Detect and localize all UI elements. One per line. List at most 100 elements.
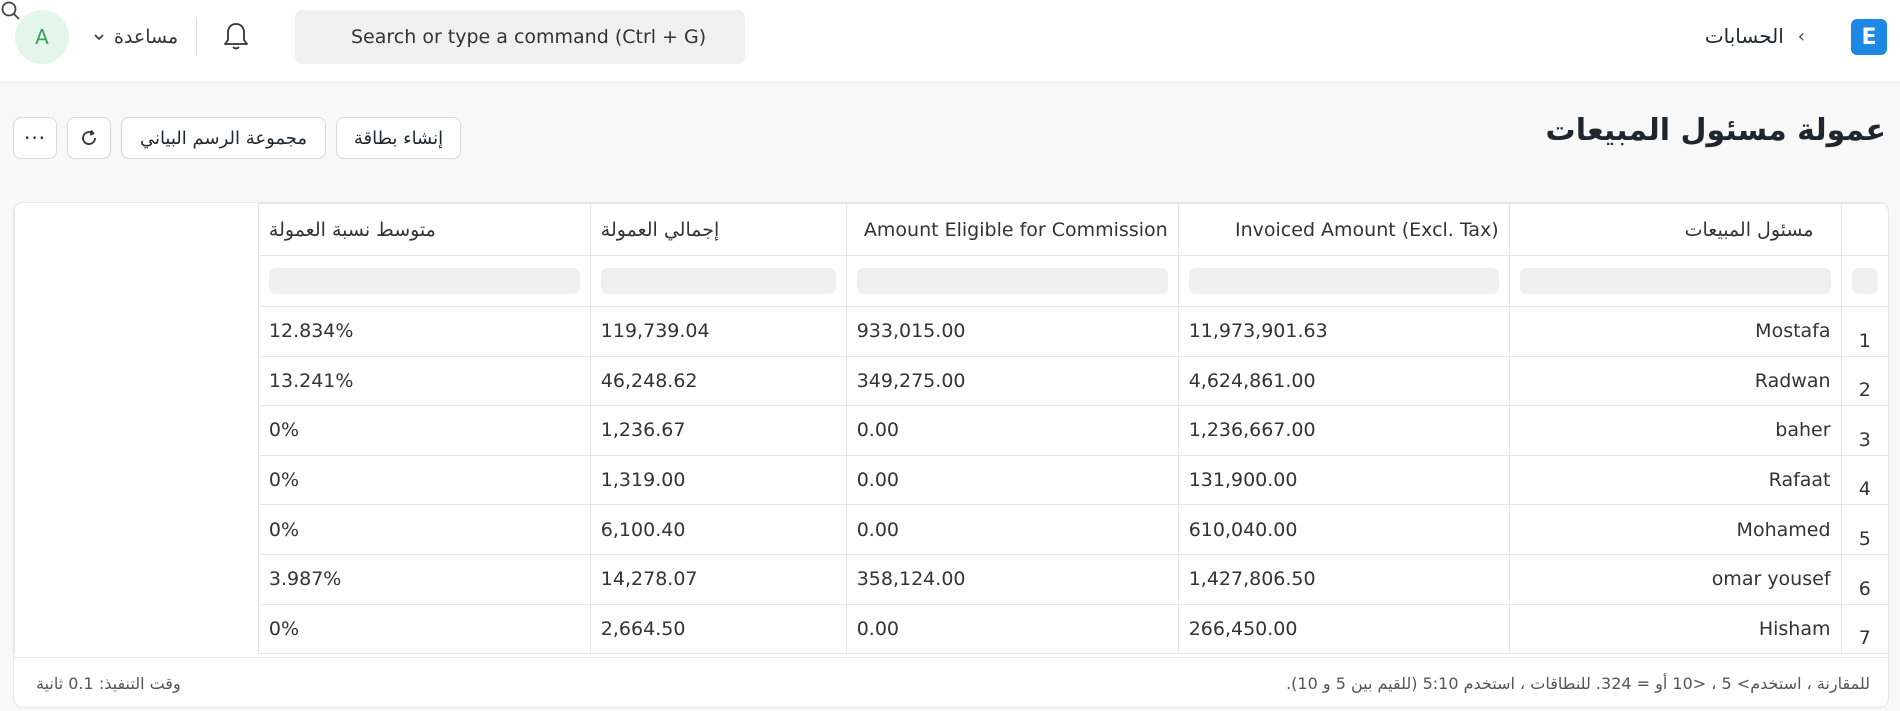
cell-avg-commission-rate[interactable]: 0% (257, 405, 591, 456)
filter-cell-rate (257, 255, 591, 307)
execution-time: وقت التنفيذ: 0.1 ثانية (36, 674, 181, 693)
cell-avg-commission-rate[interactable]: 0% (257, 603, 591, 655)
column-header-eligible-amount[interactable]: Amount Eligible for Commission (845, 203, 1179, 256)
filter-cell-total (589, 255, 847, 307)
filter-input[interactable] (856, 268, 1168, 294)
cell-eligible-amount[interactable]: 358,124.00 (845, 553, 1179, 605)
filter-row (14, 255, 1888, 307)
cell-total-commission[interactable]: 6,100.40 (589, 504, 847, 555)
table-row[interactable]: 3 baher 1,236,667.00 0.00 1,236.67 0% (14, 405, 1888, 456)
cell-sales-person[interactable]: Hisham (1508, 603, 1842, 655)
cell-sales-person[interactable]: baher (1508, 405, 1842, 456)
row-index[interactable]: 5 (1840, 504, 1888, 555)
navbar: A مساعدة Search or type a command (Ctrl … (0, 0, 1900, 83)
row-index[interactable]: 7 (1840, 603, 1888, 655)
cell-avg-commission-rate[interactable]: 0% (257, 454, 591, 506)
report-table: مسئول المبيعات Invoiced Amount (Excl. Ta… (14, 203, 1888, 655)
cell-eligible-amount[interactable]: 0.00 (845, 405, 1179, 456)
cell-eligible-amount[interactable]: 0.00 (845, 504, 1179, 555)
cell-total-commission[interactable]: 1,319.00 (589, 454, 847, 506)
table-row[interactable]: 1 Mostafa 11,973,901.63 933,015.00 119,739.0… (14, 306, 1888, 357)
filter-input[interactable] (1519, 268, 1831, 294)
filter-input[interactable] (1851, 268, 1878, 294)
column-header-total-commission[interactable]: إجمالي العمولة (589, 203, 847, 256)
breadcrumb: › الحسابات (1705, 20, 1805, 52)
user-avatar[interactable]: A (15, 10, 69, 64)
row-index[interactable]: 2 (1840, 355, 1888, 407)
cell-invoiced-amount[interactable]: 610,040.00 (1177, 504, 1510, 555)
row-index[interactable]: 3 (1840, 405, 1888, 456)
search-icon (1, 1, 20, 20)
cell-eligible-amount[interactable]: 349,275.00 (845, 355, 1179, 407)
cell-total-commission[interactable]: 46,248.62 (589, 355, 847, 407)
cell-total-commission[interactable]: 2,664.50 (589, 603, 847, 655)
empty-area (14, 504, 259, 555)
cell-eligible-amount[interactable]: 0.00 (845, 603, 1179, 655)
page-title: عمولة مسئول المبيعات (1545, 113, 1886, 148)
breadcrumb-separator-icon: › (1797, 25, 1805, 47)
table-row[interactable]: 5 Mohamed 610,040.00 0.00 6,100.40 0% (14, 504, 1888, 555)
cell-eligible-amount[interactable]: 0.00 (845, 454, 1179, 506)
breadcrumb-accounts[interactable]: الحسابات (1705, 24, 1784, 48)
filter-input[interactable] (600, 268, 836, 294)
navbar-divider (196, 18, 197, 56)
column-header-invoiced-amount[interactable]: Invoiced Amount (Excl. Tax) (1177, 203, 1510, 256)
table-row[interactable]: 4 Rafaat 131,900.00 0.00 1,319.00 0% (14, 454, 1888, 506)
chart-group-button[interactable]: مجموعة الرسم البياني (121, 117, 326, 159)
row-index-header (1840, 203, 1888, 256)
cell-avg-commission-rate[interactable]: 12.834% (257, 306, 591, 357)
cell-avg-commission-rate[interactable]: 13.241% (257, 355, 591, 407)
cell-avg-commission-rate[interactable]: 3.987% (257, 553, 591, 605)
empty-area (14, 356, 259, 406)
app-logo[interactable]: E (1851, 19, 1887, 55)
cell-eligible-amount[interactable]: 933,015.00 (845, 306, 1179, 357)
chevron-down-icon (94, 34, 104, 41)
help-label: مساعدة (114, 26, 179, 48)
filter-input[interactable] (268, 268, 580, 294)
filter-input[interactable] (1188, 268, 1499, 294)
cell-sales-person[interactable]: Rafaat (1508, 454, 1842, 506)
filter-hint: للمقارنة ، استخدم> 5 ، <10 أو = 324. للن… (1286, 674, 1870, 693)
empty-area (14, 455, 259, 505)
search-bar[interactable]: Search or type a command (Ctrl + G) (295, 10, 745, 64)
cell-invoiced-amount[interactable]: 4,624,861.00 (1177, 355, 1510, 407)
empty-area (14, 306, 259, 357)
empty-area (14, 604, 259, 654)
notification-bell-icon[interactable] (222, 20, 250, 52)
cell-invoiced-amount[interactable]: 1,427,806.50 (1177, 553, 1510, 605)
empty-area (14, 203, 259, 256)
table-row[interactable]: 2 Radwan 4,624,861.00 349,275.00 46,248.62 13… (14, 355, 1888, 407)
empty-area (14, 554, 259, 605)
cell-sales-person[interactable]: omar yousef (1508, 553, 1842, 605)
filter-cell-eligible (845, 255, 1179, 307)
cell-sales-person[interactable]: Mohamed (1508, 504, 1842, 555)
cell-avg-commission-rate[interactable]: 0% (257, 504, 591, 555)
cell-sales-person[interactable]: Radwan (1508, 355, 1842, 407)
column-header-sales-person[interactable]: مسئول المبيعات (1508, 203, 1842, 256)
cell-invoiced-amount[interactable]: 131,900.00 (1177, 454, 1510, 506)
cell-invoiced-amount[interactable]: 11,973,901.63 (1177, 306, 1510, 357)
column-header-avg-commission-rate[interactable]: متوسط نسبة العمولة (257, 203, 591, 256)
row-index[interactable]: 4 (1840, 454, 1888, 506)
report-footer: للمقارنة ، استخدم> 5 ، <10 أو = 324. للن… (14, 657, 1888, 707)
cell-invoiced-amount[interactable]: 266,450.00 (1177, 603, 1510, 655)
more-options-button[interactable]: ··· (13, 117, 57, 159)
filter-cell-invoiced (1177, 255, 1510, 307)
create-card-button[interactable]: إنشاء بطاقة (336, 117, 461, 159)
header-row: مسئول المبيعات Invoiced Amount (Excl. Ta… (14, 203, 1888, 256)
refresh-icon (82, 129, 96, 145)
table-row[interactable]: 6 omar yousef 1,427,806.50 358,124.00 14,278… (14, 553, 1888, 605)
filter-cell-sales-person (1508, 255, 1842, 307)
cell-total-commission[interactable]: 14,278.07 (589, 553, 847, 605)
cell-sales-person[interactable]: Mostafa (1508, 306, 1842, 357)
help-dropdown[interactable]: مساعدة (92, 22, 178, 52)
empty-area (14, 405, 259, 456)
cell-invoiced-amount[interactable]: 1,236,667.00 (1177, 405, 1510, 456)
cell-total-commission[interactable]: 1,236.67 (589, 405, 847, 456)
cell-total-commission[interactable]: 119,739.04 (589, 306, 847, 357)
refresh-button[interactable] (67, 117, 111, 159)
row-index[interactable]: 6 (1840, 553, 1888, 605)
search-placeholder: Search or type a command (Ctrl + G) (351, 26, 707, 48)
row-index[interactable]: 1 (1840, 306, 1888, 357)
table-row[interactable]: 7 Hisham 266,450.00 0.00 2,664.50 0% (14, 603, 1888, 655)
